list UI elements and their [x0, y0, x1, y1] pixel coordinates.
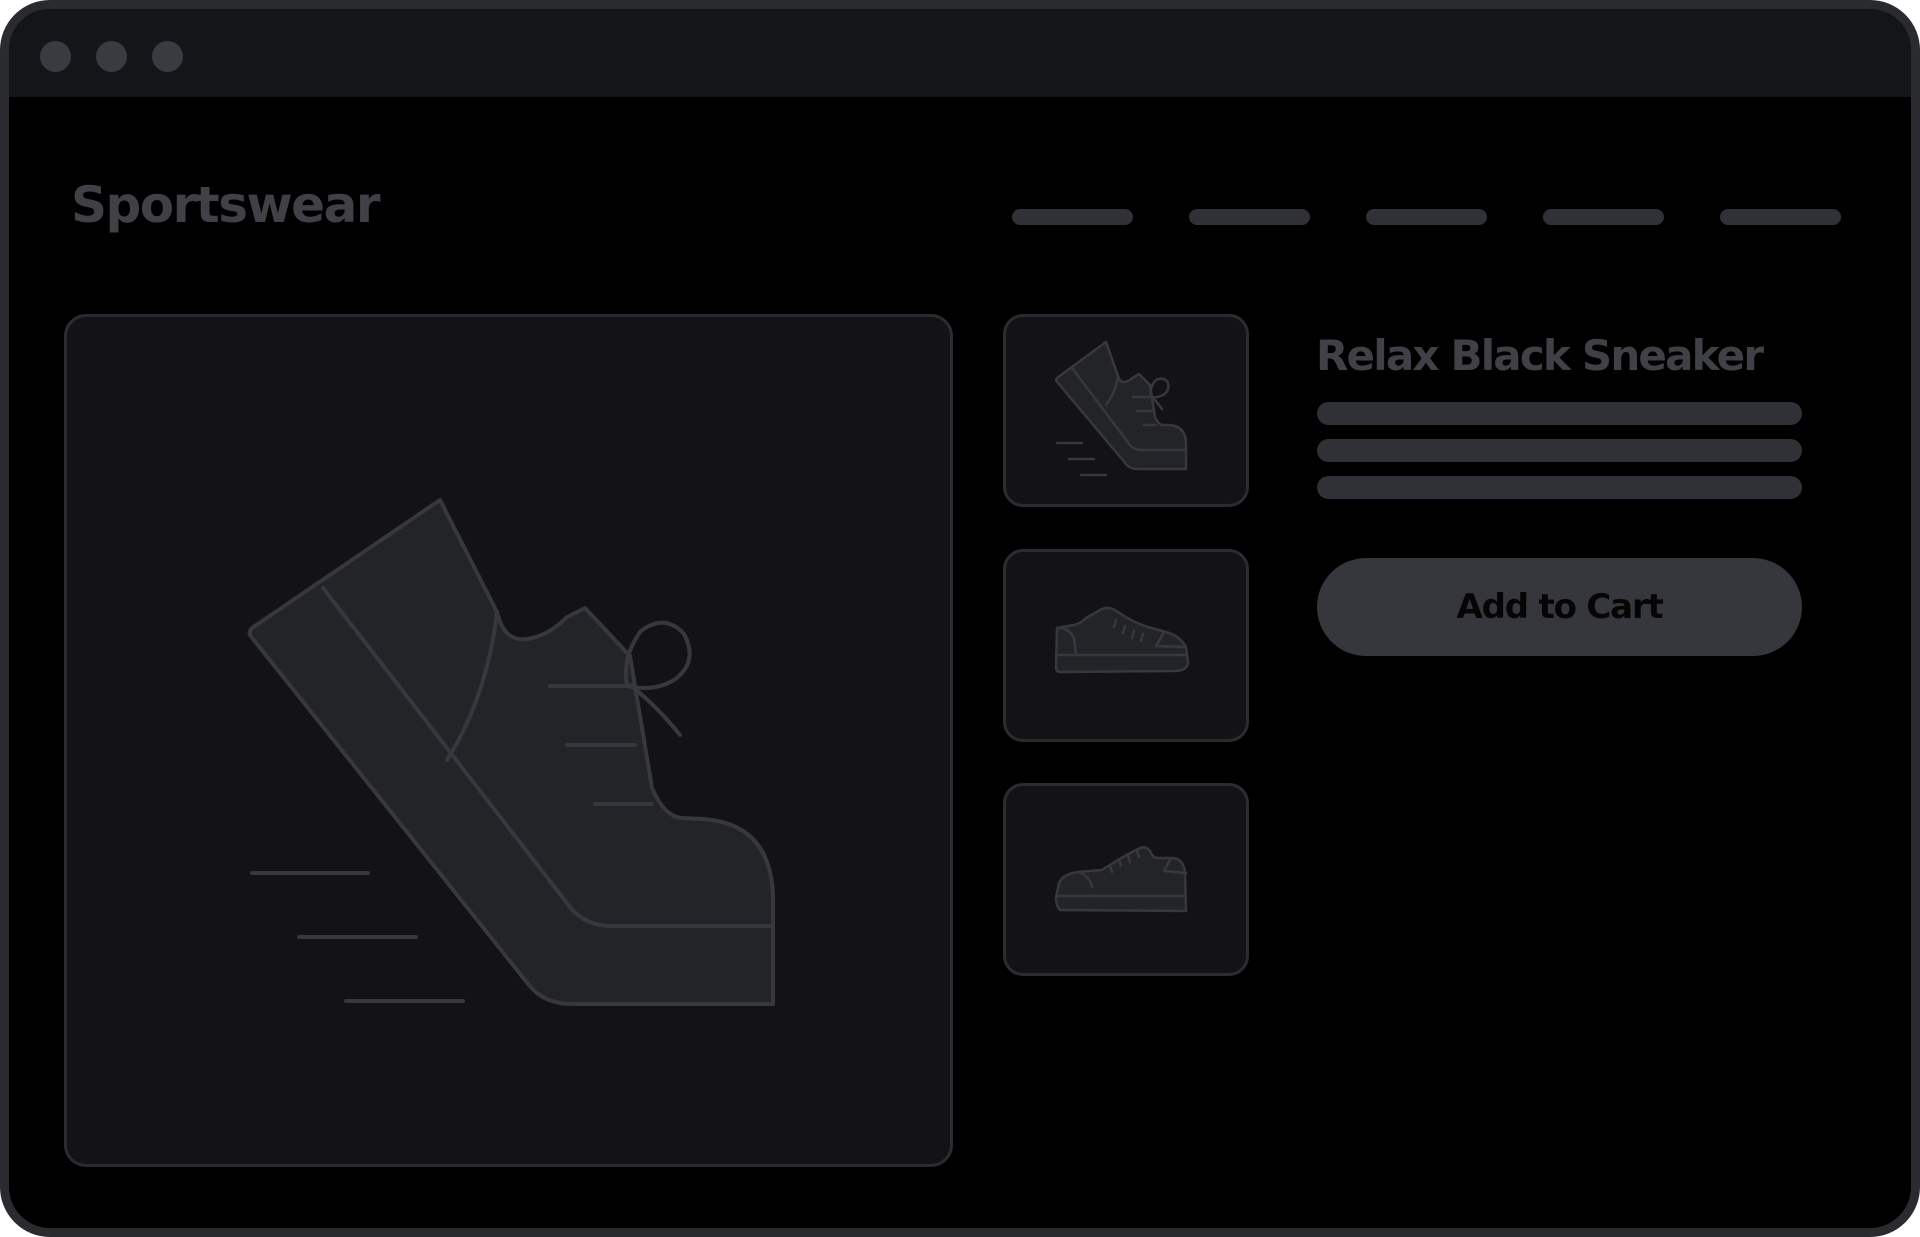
product-main-image [64, 314, 953, 1167]
product-description-line-1 [1317, 402, 1802, 425]
nav-item-2[interactable] [1189, 209, 1310, 225]
product-title: Relax Black Sneaker [1316, 331, 1764, 380]
window-close-button[interactable] [40, 41, 71, 72]
product-description-line-3 [1317, 476, 1802, 499]
running-sneaker-icon [1054, 340, 1188, 477]
nav-item-1[interactable] [1012, 209, 1133, 225]
product-thumbnail-2[interactable] [1003, 549, 1249, 742]
nav-item-4[interactable] [1543, 209, 1664, 225]
window-maximize-button[interactable] [152, 41, 183, 72]
add-to-cart-button[interactable]: Add to Cart [1317, 558, 1802, 656]
title-bar [9, 9, 1911, 97]
running-sneaker-icon [247, 498, 775, 1006]
sneaker-side-icon [1054, 846, 1188, 913]
product-thumbnail-3[interactable] [1003, 783, 1249, 976]
sneaker-side-icon [1054, 606, 1190, 674]
brand-logo[interactable]: Sportswear [71, 180, 380, 230]
add-to-cart-label: Add to Cart [1456, 587, 1664, 627]
window-minimize-button[interactable] [96, 41, 127, 72]
product-description-line-2 [1317, 439, 1802, 462]
nav-item-5[interactable] [1720, 209, 1841, 225]
product-thumbnail-1[interactable] [1003, 314, 1249, 507]
nav-item-3[interactable] [1366, 209, 1487, 225]
browser-window: Sportswear Relax Black Sneaker Add to Ca… [0, 0, 1920, 1237]
